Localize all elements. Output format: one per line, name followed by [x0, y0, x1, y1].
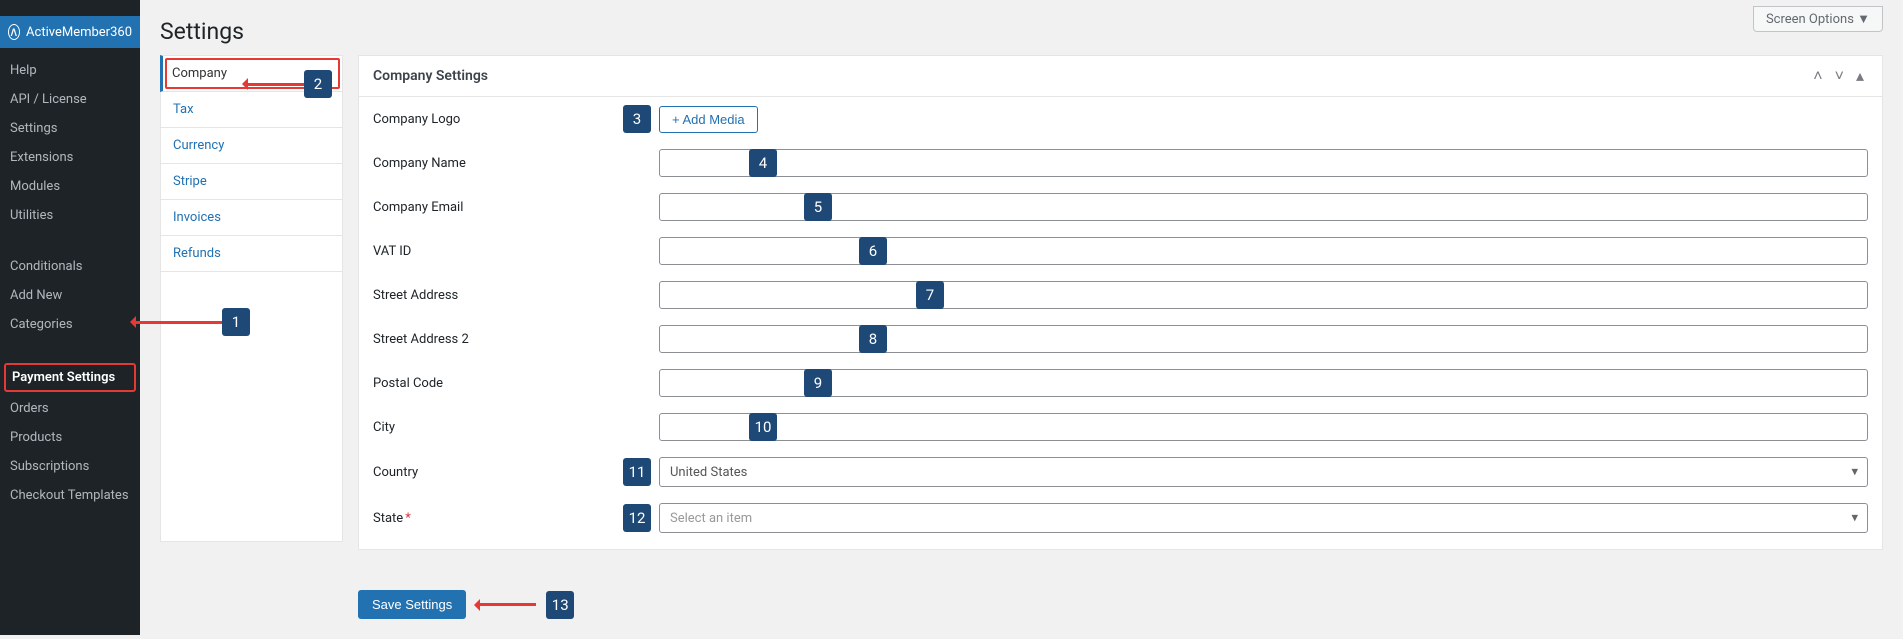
callout-10: 10 [749, 413, 777, 441]
admin-sidebar: ∧ ActiveMember360 Help API / License Set… [0, 0, 140, 635]
sidebar-item-extensions[interactable]: Extensions [0, 143, 140, 172]
street-address-input[interactable] [659, 281, 1868, 309]
panel-controls: ˄ ˅ ▴ [1809, 66, 1868, 86]
callout-11: 11 [623, 458, 651, 486]
add-media-button[interactable]: + Add Media [659, 106, 758, 133]
street-address-2-input[interactable] [659, 325, 1868, 353]
row-company-name: Company Name 4 [359, 141, 1882, 185]
tab-stripe[interactable]: Stripe [160, 164, 343, 200]
label-country: Country [373, 465, 623, 480]
label-company-name: Company Name [373, 156, 623, 171]
row-city: City 10 [359, 405, 1882, 449]
callout-12: 12 [623, 504, 651, 532]
panel-up-icon[interactable]: ˄ [1809, 66, 1826, 86]
page-title: Settings [160, 0, 1883, 55]
annotation-2: 2 [244, 70, 332, 98]
screen-options-button[interactable]: Screen Options ▼ [1753, 6, 1883, 32]
panel-collapse-icon[interactable]: ▴ [1852, 66, 1868, 86]
annotation-arrow-13 [476, 603, 536, 606]
brand-label: ActiveMember360 [26, 25, 132, 40]
row-company-logo: Company Logo 3 + Add Media [359, 97, 1882, 141]
panel-down-icon[interactable]: ˅ [1831, 66, 1848, 86]
callout-5: 5 [804, 193, 832, 221]
settings-form-column: Company Settings ˄ ˅ ▴ Company Logo 3 + … [358, 55, 1883, 619]
row-country: Country 11 United States [359, 449, 1882, 495]
label-street2: Street Address 2 [373, 332, 623, 347]
label-city: City [373, 420, 623, 435]
sidebar-item-api[interactable]: API / License [0, 85, 140, 114]
label-postal: Postal Code [373, 376, 623, 391]
annotation-1: 1 [132, 308, 250, 336]
label-vat: VAT ID [373, 244, 623, 259]
sidebar-item-conditionals[interactable]: Conditionals [0, 252, 140, 281]
panel-header: Company Settings ˄ ˅ ▴ [359, 56, 1882, 97]
postal-code-input[interactable] [659, 369, 1868, 397]
sidebar-item-products[interactable]: Products [0, 423, 140, 452]
main-content: Settings Company Tax Currency Stripe Inv… [140, 0, 1903, 639]
row-street2: Street Address 2 8 [359, 317, 1882, 361]
sidebar-item-help[interactable]: Help [0, 56, 140, 85]
sidebar-item-addnew[interactable]: Add New [0, 281, 140, 310]
row-postal: Postal Code 9 [359, 361, 1882, 405]
sidebar-item-subscriptions[interactable]: Subscriptions [0, 452, 140, 481]
sidebar-brand[interactable]: ∧ ActiveMember360 [0, 16, 140, 48]
save-row: Save Settings 13 [358, 590, 1883, 619]
panel-title: Company Settings [373, 68, 488, 84]
callout-7: 7 [916, 281, 944, 309]
label-state: State* [373, 511, 623, 526]
country-select[interactable]: United States [659, 457, 1868, 487]
company-email-input[interactable] [659, 193, 1868, 221]
tab-invoices[interactable]: Invoices [160, 200, 343, 236]
label-street: Street Address [373, 288, 623, 303]
tab-currency[interactable]: Currency [160, 128, 343, 164]
company-name-input[interactable] [659, 149, 1868, 177]
row-street: Street Address 7 [359, 273, 1882, 317]
sidebar-item-modules[interactable]: Modules [0, 172, 140, 201]
callout-4: 4 [749, 149, 777, 177]
row-company-email: Company Email 5 [359, 185, 1882, 229]
callout-9: 9 [804, 369, 832, 397]
callout-3: 3 [623, 105, 651, 133]
state-select[interactable]: Select an item [659, 503, 1868, 533]
vat-id-input[interactable] [659, 237, 1868, 265]
row-vat: VAT ID 6 [359, 229, 1882, 273]
settings-tabs: Company Tax Currency Stripe Invoices Ref… [160, 55, 343, 619]
sidebar-item-orders[interactable]: Orders [0, 394, 140, 423]
callout-8: 8 [859, 325, 887, 353]
city-input[interactable] [659, 413, 1868, 441]
save-settings-button[interactable]: Save Settings [358, 590, 466, 619]
tab-refunds[interactable]: Refunds [160, 236, 343, 272]
callout-6: 6 [859, 237, 887, 265]
brand-icon: ∧ [8, 24, 20, 40]
label-company-logo: Company Logo [373, 112, 623, 127]
sidebar-item-categories[interactable]: Categories [0, 310, 140, 339]
row-state: State* 12 Select an item [359, 495, 1882, 541]
label-company-email: Company Email [373, 200, 623, 215]
sidebar-item-payment-settings[interactable]: Payment Settings [4, 363, 136, 392]
sidebar-item-settings[interactable]: Settings [0, 114, 140, 143]
callout-13: 13 [546, 591, 574, 619]
sidebar-item-checkout-templates[interactable]: Checkout Templates [0, 481, 140, 510]
company-settings-panel: Company Settings ˄ ˅ ▴ Company Logo 3 + … [358, 55, 1883, 550]
sidebar-item-utilities[interactable]: Utilities [0, 201, 140, 230]
